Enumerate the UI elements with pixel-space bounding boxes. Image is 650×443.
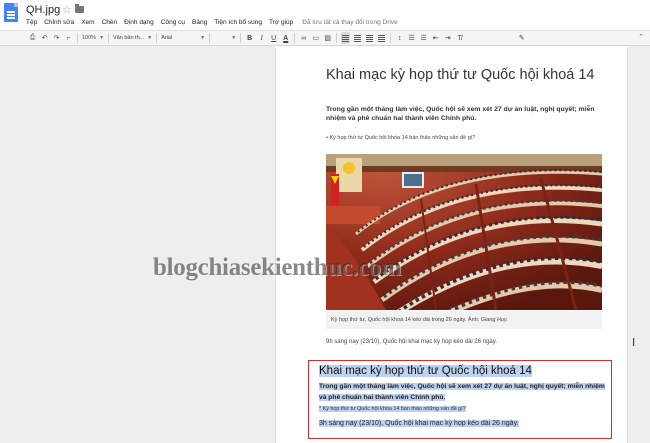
- align-left-icon: [342, 34, 350, 42]
- pasted-lead[interactable]: 3h sáng nay (23/10), Quốc hội khai mạc k…: [319, 420, 519, 427]
- comment-icon[interactable]: ▭: [311, 32, 320, 44]
- photo-caption-text: Kỳ họp thứ tư, Quốc hội khoá 14 kéo dài …: [331, 317, 480, 323]
- menu-bar: Tệp Chỉnh sửa Xem Chèn Định dạng Công cụ…: [26, 17, 398, 28]
- chevron-up-icon[interactable]: ⌃: [638, 33, 644, 41]
- menu-insert[interactable]: Chèn: [102, 19, 118, 26]
- decrease-indent-icon[interactable]: ⇤: [431, 32, 440, 44]
- article-summary: Trong gần một tháng làm việc, Quốc hội s…: [326, 106, 595, 122]
- parliament-photo: [326, 154, 602, 310]
- zoom-select[interactable]: 100% ▼: [82, 35, 104, 41]
- pasted-related-link[interactable]: * Kỳ họp thứ tư Quốc hội khóa 14 bàn thả…: [319, 406, 466, 412]
- undo-icon[interactable]: ↶: [40, 32, 49, 44]
- menu-edit[interactable]: Chỉnh sửa: [44, 19, 74, 26]
- chevron-down-icon: ▼: [231, 35, 237, 41]
- paint-format-icon[interactable]: ⌐: [64, 32, 73, 44]
- align-right-button[interactable]: [365, 32, 374, 44]
- menu-format[interactable]: Định dạng: [124, 19, 154, 26]
- document-title[interactable]: QH.jpg: [26, 4, 60, 16]
- toolbar-divider: [294, 33, 296, 43]
- clear-formatting-icon[interactable]: T̸: [455, 32, 464, 44]
- pasted-summary[interactable]: Trong gần một tháng làm việc, Quốc hội s…: [319, 381, 611, 403]
- align-justify-button[interactable]: [377, 32, 386, 44]
- align-center-button[interactable]: [353, 32, 362, 44]
- toolbar-divider: [156, 33, 158, 43]
- pasted-title[interactable]: Khai mạc kỳ họp thứ tư Quốc hội khoá 14: [319, 365, 532, 377]
- zoom-value: 100%: [82, 35, 97, 41]
- font-select[interactable]: Arial ▼: [161, 35, 205, 41]
- align-right-icon: [366, 34, 374, 42]
- photo-caption-box: Kỳ họp thứ tư, Quốc hội khoá 14 kéo dài …: [326, 311, 602, 329]
- italic-button[interactable]: I: [257, 32, 266, 44]
- photo-credit: Giang Huy.: [480, 317, 508, 323]
- toolbar: ⎙ ↶ ↷ ⌐ 100% ▼ Văn bản th... ▼ Arial ▼ ▼ B …: [0, 30, 650, 46]
- article-lead: 9h sáng nay (23/10), Quốc hội khai mạc k…: [326, 339, 497, 345]
- docs-logo-icon[interactable]: [4, 3, 18, 22]
- style-value: Văn bản th...: [113, 35, 145, 41]
- chevron-down-icon: ▼: [200, 35, 206, 41]
- toolbar-divider: [108, 33, 110, 43]
- photo-caption: Kỳ họp thứ tư, Quốc hội khoá 14 kéo dài …: [331, 317, 508, 323]
- toolbar-divider: [240, 33, 242, 43]
- bulleted-list-icon[interactable]: ☰: [419, 32, 428, 44]
- chevron-down-icon: ▼: [99, 35, 105, 41]
- pencil-icon[interactable]: ✎: [517, 32, 526, 44]
- toolbar-divider: [390, 33, 392, 43]
- menu-file[interactable]: Tệp: [26, 19, 37, 26]
- toolbar-divider: [77, 33, 78, 43]
- text-color-button[interactable]: A: [281, 32, 290, 44]
- menu-table[interactable]: Bảng: [192, 19, 207, 26]
- toolbar-divider: [336, 33, 338, 43]
- align-left-button[interactable]: [341, 32, 351, 44]
- menu-view[interactable]: Xem: [81, 19, 94, 26]
- pasted-title-text: Khai mạc kỳ họp thứ tư Quốc hội khoá 14: [319, 365, 532, 377]
- document-page[interactable]: Khai mạc kỳ họp thứ tư Quốc hội khoá 14 …: [275, 48, 628, 443]
- underline-button[interactable]: U: [269, 32, 278, 44]
- star-icon[interactable]: ☆: [62, 3, 72, 16]
- pasted-lead-text: 3h sáng nay (23/10), Quốc hội khai mạc k…: [319, 420, 519, 427]
- print-icon[interactable]: ⎙: [28, 32, 37, 44]
- article-title: Khai mạc kỳ họp thứ tư Quốc hội khoá 14: [326, 67, 595, 83]
- pasted-related-text: * Kỳ họp thứ tư Quốc hội khóa 14 bàn thả…: [319, 406, 466, 412]
- folder-icon[interactable]: [75, 4, 84, 13]
- menu-addons[interactable]: Tiện ích bổ sung: [214, 19, 262, 26]
- watermark: blogchiasekienthuc.com: [153, 254, 402, 281]
- menu-tools[interactable]: Công cụ: [161, 19, 185, 26]
- related-article-link[interactable]: • Kỳ họp thứ tư Quốc hội khóa 14 bàn thả…: [326, 135, 475, 141]
- toolbar-divider: [209, 33, 211, 43]
- pasted-selection-box[interactable]: Khai mạc kỳ họp thứ tư Quốc hội khoá 14 …: [308, 360, 612, 439]
- numbered-list-icon[interactable]: ☰: [407, 32, 416, 44]
- style-select[interactable]: Văn bản th... ▼: [113, 35, 152, 41]
- pasted-summary-text: Trong gần một tháng làm việc, Quốc hội s…: [319, 383, 605, 401]
- text-cursor-icon: I: [632, 336, 636, 349]
- redo-icon[interactable]: ↷: [52, 32, 61, 44]
- align-justify-icon: [378, 34, 386, 42]
- increase-indent-icon[interactable]: ⇥: [443, 32, 452, 44]
- bold-button[interactable]: B: [245, 32, 254, 44]
- chevron-down-icon: ▼: [147, 35, 153, 41]
- font-value: Arial: [161, 35, 173, 41]
- app-header: QH.jpg ☆ Tệp Chỉnh sửa Xem Chèn Định dạn…: [0, 0, 650, 30]
- parliament-chamber-image: [326, 154, 602, 310]
- line-spacing-icon[interactable]: ↕: [395, 32, 404, 44]
- font-size-select[interactable]: ▼: [214, 35, 236, 41]
- image-icon[interactable]: ▨: [323, 32, 332, 44]
- align-center-icon: [354, 34, 362, 42]
- menu-help[interactable]: Trợ giúp: [269, 19, 293, 26]
- save-status[interactable]: Đã lưu tất cả thay đổi trong Drive: [302, 19, 397, 26]
- link-icon[interactable]: ∞: [299, 32, 308, 44]
